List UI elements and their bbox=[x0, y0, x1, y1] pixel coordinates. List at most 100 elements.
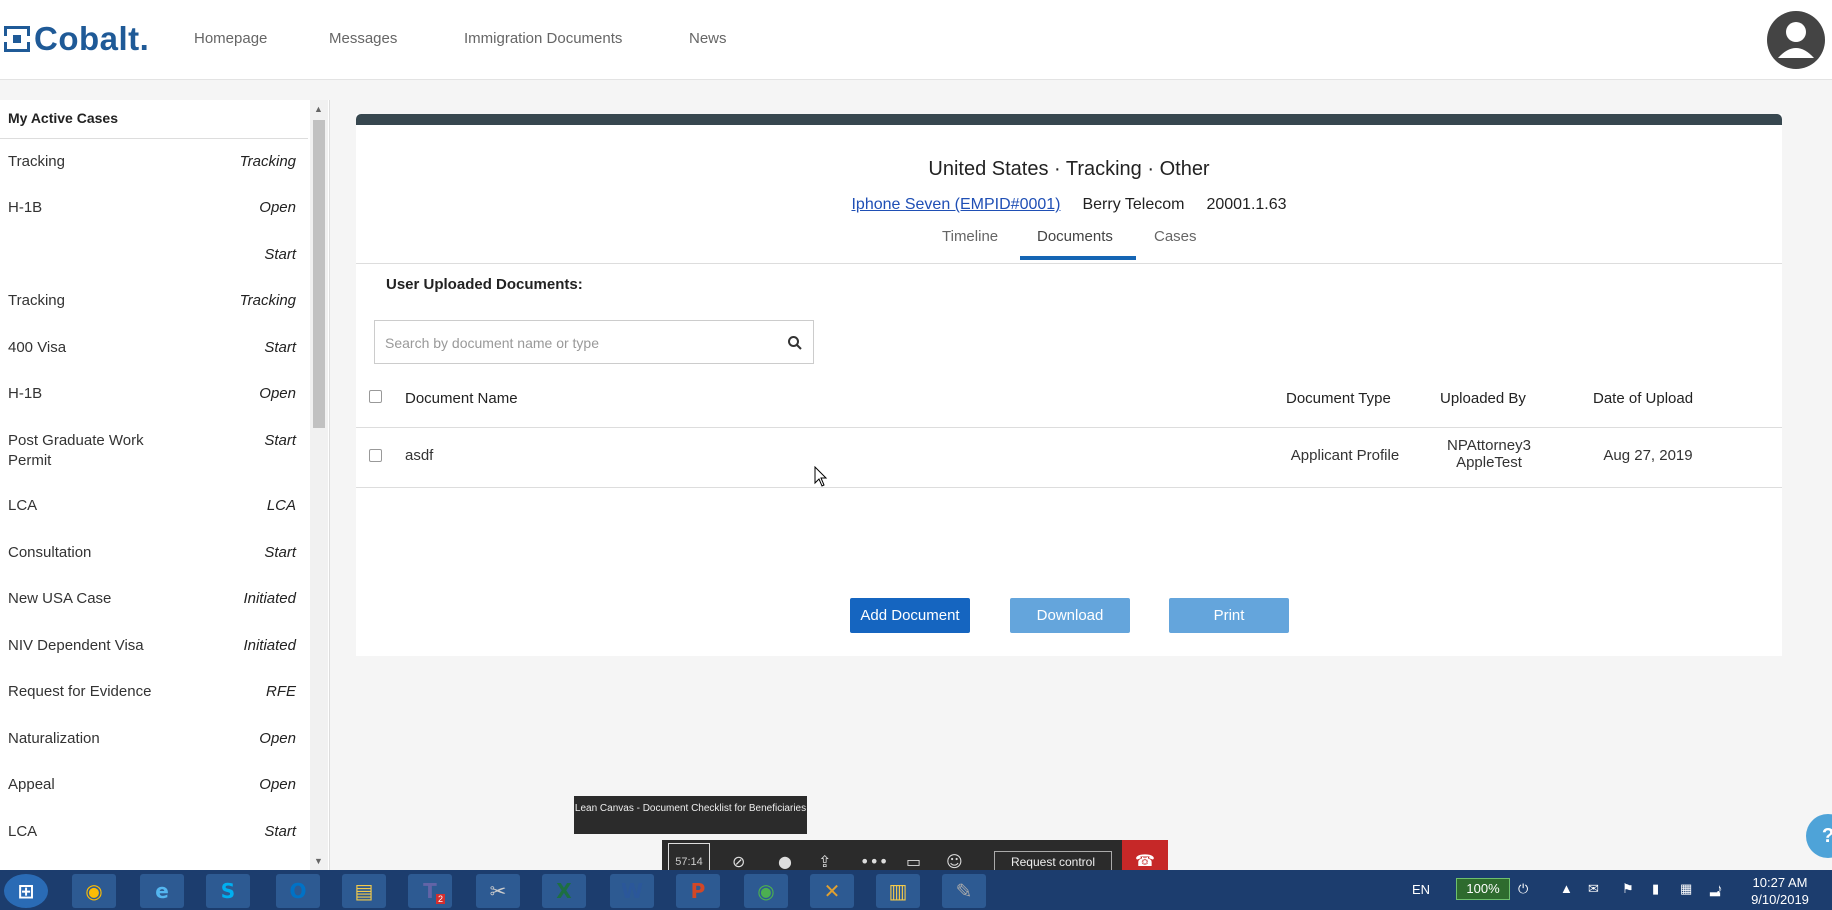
column-document-name[interactable]: Document Name bbox=[405, 390, 518, 407]
internet-explorer-icon[interactable]: e bbox=[140, 874, 184, 908]
system-clock[interactable]: 10:27 AM 9/10/2019 bbox=[1740, 874, 1820, 908]
nav-homepage[interactable]: Homepage bbox=[194, 30, 329, 47]
sidebar-case-item[interactable]: 400 Visa Start bbox=[8, 338, 296, 358]
outlook-icon[interactable]: O bbox=[276, 874, 320, 908]
case-status: Open bbox=[259, 776, 296, 793]
scroll-up-arrow-icon[interactable]: ▲ bbox=[314, 104, 323, 114]
case-name: Post Graduate Work Permit bbox=[8, 432, 144, 469]
case-title: United States · Tracking · Other bbox=[928, 158, 1210, 180]
uploaded-by-line1: NPAttorney3 bbox=[1447, 437, 1531, 454]
case-name: New USA Case bbox=[8, 590, 112, 607]
case-status: Start bbox=[264, 544, 296, 561]
mail-icon[interactable]: ✉ bbox=[1588, 881, 1599, 897]
column-date-of-upload[interactable]: Date of Upload bbox=[1593, 390, 1693, 407]
uploaded-by-line2: AppleTest bbox=[1456, 454, 1522, 471]
add-document-button[interactable]: Add Document bbox=[850, 598, 970, 633]
sidebar-scrollbar[interactable]: ▲ ▼ bbox=[310, 100, 328, 870]
tools-icon[interactable]: ✕ bbox=[810, 874, 854, 908]
sidebar-case-item[interactable]: Naturalization Open bbox=[8, 729, 296, 749]
sidebar-case-item[interactable]: Start bbox=[8, 245, 296, 265]
user-avatar-icon[interactable] bbox=[1766, 10, 1826, 70]
sidebar-case-item[interactable]: H-1B Open bbox=[8, 384, 296, 404]
case-status: Start bbox=[264, 432, 296, 449]
select-all-checkbox[interactable] bbox=[369, 390, 382, 403]
nav-immigration-documents[interactable]: Immigration Documents bbox=[464, 30, 689, 47]
case-name: NIV Dependent Visa bbox=[8, 637, 144, 654]
sidebar-case-item[interactable]: Tracking Tracking bbox=[8, 152, 296, 172]
search-icon[interactable] bbox=[787, 335, 803, 351]
snipping-tool-icon[interactable]: ✂ bbox=[476, 874, 520, 908]
tab-cases[interactable]: Cases bbox=[1154, 228, 1197, 245]
word-icon[interactable]: W bbox=[610, 874, 654, 908]
paint-icon[interactable]: ✎ bbox=[942, 874, 986, 908]
scroll-down-arrow-icon[interactable]: ▼ bbox=[314, 856, 323, 866]
brand-name: Cobalt. bbox=[34, 20, 150, 57]
skype-icon[interactable]: S bbox=[206, 874, 250, 908]
case-name: Naturalization bbox=[8, 730, 100, 747]
mouse-cursor-icon bbox=[814, 466, 828, 487]
language-indicator[interactable]: EN bbox=[1412, 882, 1430, 897]
cobalt-logo-icon bbox=[4, 26, 30, 52]
battery-indicator[interactable]: 100% bbox=[1456, 878, 1510, 900]
table-row[interactable]: asdf Applicant Profile NPAttorney3 Apple… bbox=[356, 428, 1782, 488]
document-type-cell: Applicant Profile bbox=[1290, 447, 1400, 464]
print-button[interactable]: Print bbox=[1169, 598, 1289, 633]
chrome-beta-icon[interactable]: ◉ bbox=[744, 874, 788, 908]
sidebar-case-item[interactable]: Tracking Tracking bbox=[8, 291, 296, 311]
document-name-cell[interactable]: asdf bbox=[405, 447, 433, 464]
windows-taskbar: ⊞ ◉ e S O ▤ T 2 ✂ X W P ◉ ✕ ▥ ✎ EN 100% … bbox=[0, 870, 1832, 910]
download-button[interactable]: Download bbox=[1010, 598, 1130, 633]
chat-icon[interactable]: ▭ bbox=[906, 852, 921, 871]
uploaded-by-cell: NPAttorney3 AppleTest bbox=[1429, 437, 1549, 471]
sidebar-case-item[interactable]: Request for Evidence RFE bbox=[8, 682, 296, 702]
employee-link[interactable]: Iphone Seven (EMPID#0001) bbox=[851, 196, 1060, 214]
sidebar-case-item[interactable]: LCA LCA bbox=[8, 496, 296, 516]
case-name: H-1B bbox=[8, 385, 43, 402]
case-number: 20001.1.63 bbox=[1206, 196, 1287, 213]
video-off-icon[interactable]: ⊘ bbox=[732, 852, 745, 871]
sidebar-title: My Active Cases bbox=[8, 110, 118, 126]
sidebar-case-item[interactable]: Consultation Start bbox=[8, 543, 296, 563]
scrollbar-thumb[interactable] bbox=[313, 120, 325, 428]
more-options-icon[interactable]: ••• bbox=[860, 852, 888, 871]
chrome-icon[interactable]: ◉ bbox=[72, 874, 116, 908]
nav-news[interactable]: News bbox=[689, 30, 727, 47]
sidebar-case-item[interactable]: NIV Dependent Visa Initiated bbox=[8, 636, 296, 656]
sidebar-case-item[interactable]: New USA Case Initiated bbox=[8, 589, 296, 609]
microphone-icon[interactable]: ● bbox=[778, 852, 792, 871]
nav-messages[interactable]: Messages bbox=[329, 30, 464, 47]
network-icon[interactable]: ▦ bbox=[1680, 881, 1692, 897]
share-screen-icon[interactable]: ⇪ bbox=[818, 852, 831, 871]
column-document-type[interactable]: Document Type bbox=[1286, 390, 1391, 407]
powerpoint-icon[interactable]: P bbox=[676, 874, 720, 908]
show-hidden-icons-icon[interactable]: ▲ bbox=[1560, 881, 1573, 896]
sidebar-case-item[interactable]: Post Graduate Work Permit Start bbox=[8, 431, 296, 471]
battery-tray-icon[interactable]: ▮ bbox=[1652, 881, 1659, 897]
help-chat-button[interactable]: ? bbox=[1806, 814, 1832, 858]
uploaded-documents-heading: User Uploaded Documents: bbox=[386, 276, 583, 293]
excel-icon[interactable]: X bbox=[542, 874, 586, 908]
sidebar-case-item[interactable]: Appeal Open bbox=[8, 775, 296, 795]
teams-icon[interactable]: T bbox=[408, 874, 452, 908]
case-name: LCA bbox=[8, 823, 38, 840]
case-name: H-1B bbox=[8, 199, 43, 216]
sidebar-case-item[interactable]: H-1B Open bbox=[8, 198, 296, 218]
power-icon[interactable]: ⏻ bbox=[1518, 881, 1528, 897]
action-center-flag-icon[interactable]: ⚑ bbox=[1622, 881, 1634, 897]
teams-notification-badge: 2 bbox=[436, 894, 446, 904]
column-uploaded-by[interactable]: Uploaded By bbox=[1440, 390, 1526, 407]
tab-timeline[interactable]: Timeline bbox=[942, 228, 998, 245]
cobalt-logo[interactable]: Cobalt. bbox=[4, 20, 150, 57]
case-name: LCA bbox=[8, 497, 38, 514]
case-status: Start bbox=[264, 339, 296, 356]
windows-start-icon[interactable]: ⊞ bbox=[4, 874, 48, 908]
row-checkbox[interactable] bbox=[369, 449, 382, 462]
share-tooltip: Lean Canvas - Document Checklist for Ben… bbox=[574, 796, 807, 834]
document-search-input[interactable] bbox=[385, 331, 765, 355]
sidebar-case-item[interactable]: LCA Start bbox=[8, 822, 296, 842]
file-explorer-icon[interactable]: ▤ bbox=[342, 874, 386, 908]
participants-icon[interactable]: ☺ bbox=[946, 852, 963, 871]
volume-icon[interactable]: ♪ bbox=[1716, 881, 1723, 896]
tab-documents[interactable]: Documents bbox=[1037, 228, 1113, 245]
notes-icon[interactable]: ▥ bbox=[876, 874, 920, 908]
